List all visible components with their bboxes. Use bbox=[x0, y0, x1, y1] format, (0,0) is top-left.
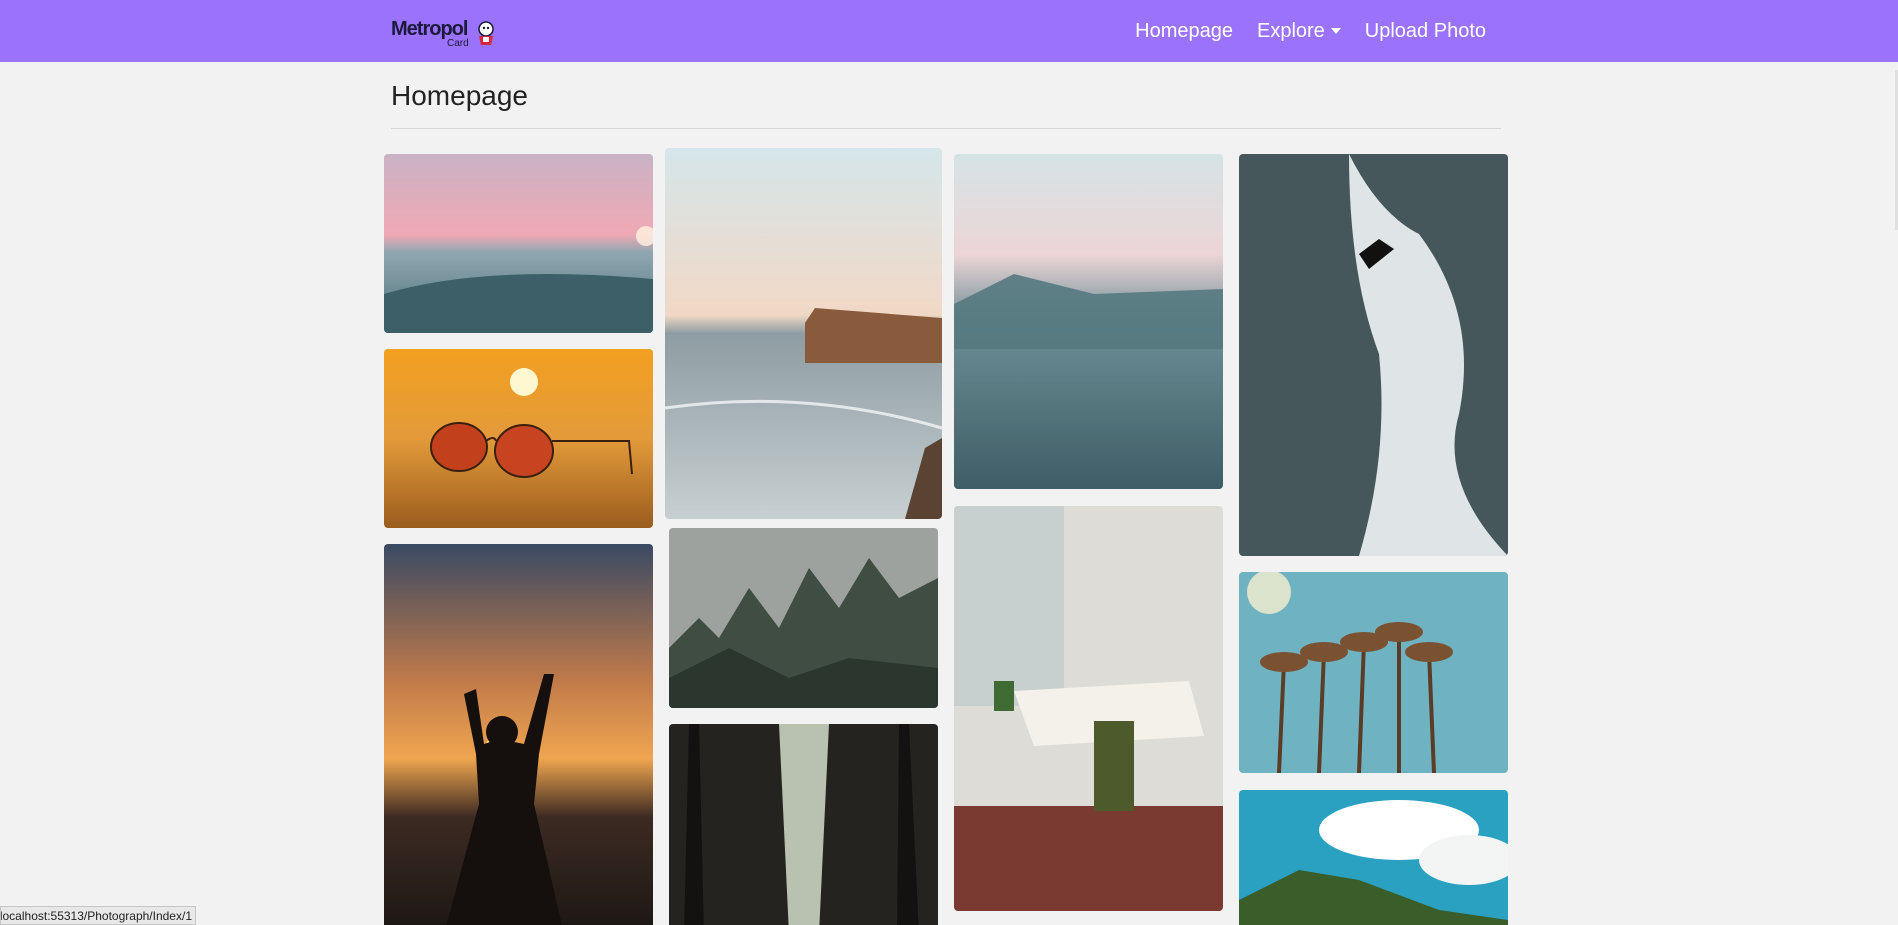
photo-misty-forest[interactable] bbox=[669, 528, 938, 708]
nav-upload-label: Upload Photo bbox=[1364, 19, 1486, 42]
mascot-icon bbox=[478, 21, 494, 45]
photo-palm-trees[interactable] bbox=[1239, 572, 1508, 773]
photo-splash-sunset[interactable] bbox=[384, 544, 653, 925]
nav-homepage[interactable]: Homepage bbox=[1135, 20, 1233, 43]
nav-explore-dropdown[interactable]: Explore bbox=[1257, 20, 1341, 43]
photo-drafting-desk[interactable] bbox=[954, 506, 1223, 911]
photo-sunset-surfers[interactable] bbox=[384, 154, 653, 333]
photo-surfer-wave[interactable] bbox=[1239, 154, 1508, 556]
nav-homepage-label: Homepage bbox=[1135, 19, 1233, 42]
nav-links: Homepage Explore Upload Photo bbox=[1135, 0, 1486, 62]
status-bar-url: localhost:55313/Photograph/Index/1 bbox=[0, 906, 196, 925]
brand-logo[interactable]: Metropol Card bbox=[391, 18, 497, 49]
photo-sunglasses-sand[interactable] bbox=[384, 349, 653, 528]
nav-upload-photo[interactable]: Upload Photo bbox=[1365, 20, 1486, 43]
photo-misty-sea[interactable] bbox=[954, 154, 1223, 489]
photo-green-hill[interactable] bbox=[1239, 790, 1508, 925]
caret-down-icon bbox=[1330, 28, 1341, 34]
navbar: Metropol Card Homepage Explore Upload Ph… bbox=[0, 0, 1898, 62]
photo-forest-path[interactable] bbox=[669, 724, 938, 925]
brand-subtitle: Card bbox=[447, 38, 469, 49]
status-url-text: localhost:55313/Photograph/Index/1 bbox=[0, 909, 192, 923]
page-title: Homepage bbox=[391, 80, 528, 111]
photo-sea-cliff[interactable] bbox=[665, 148, 942, 519]
title-divider bbox=[391, 128, 1501, 129]
nav-explore-label: Explore bbox=[1256, 19, 1325, 42]
